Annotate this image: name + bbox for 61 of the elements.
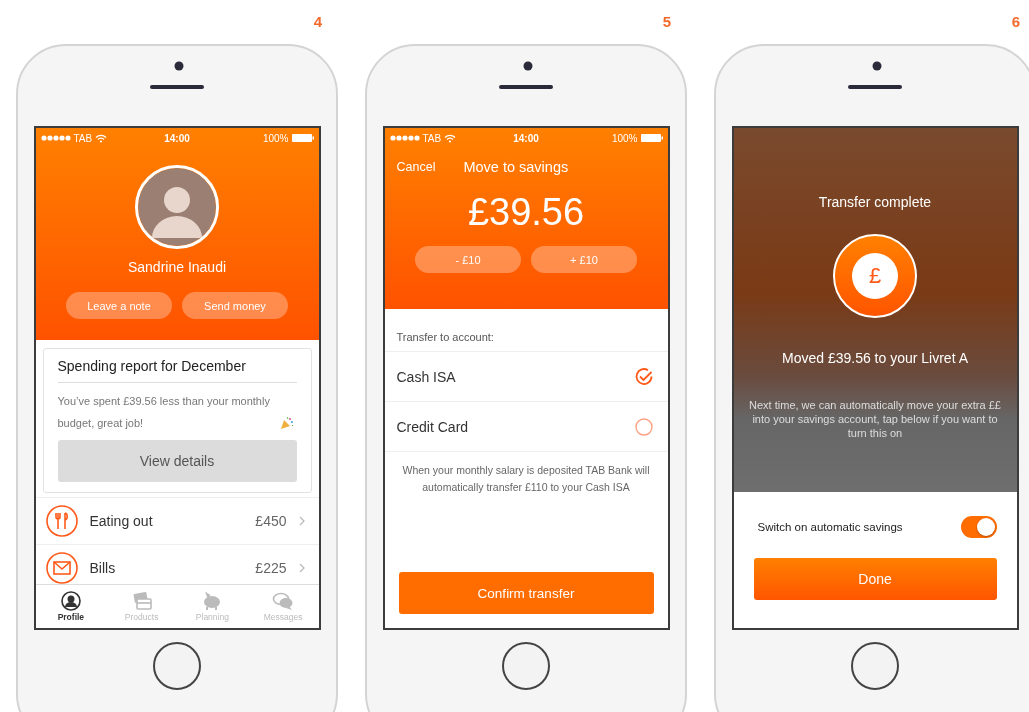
step-number: 6 [1010,12,1021,30]
signal-icon [40,135,71,141]
view-details-button[interactable]: View details [57,440,297,482]
wifi-icon [95,133,108,143]
home-button[interactable] [502,642,550,690]
home-button[interactable] [851,642,899,690]
camera-icon [174,61,184,71]
chat-icon [272,591,295,611]
currency-badge: £ [833,234,917,318]
status-time: 14:00 [513,132,539,144]
report-text: You’ve spent £39.56 less than your monthly budget, great job! [57,394,271,431]
section-label: Transfer to account: [384,309,668,352]
home-button[interactable] [153,642,201,690]
chevron-icon [298,563,305,573]
chevron-icon [298,516,305,526]
party-popper-icon [279,416,294,430]
account-option[interactable]: Credit Card [384,402,668,452]
status-time: 14:00 [164,132,190,144]
carrier-name: TAB [73,132,93,144]
battery-icon [291,134,314,142]
action-button[interactable]: Send money [182,292,288,319]
wifi-icon [444,133,457,143]
carrier-name: TAB [422,132,442,144]
speaker-grille [150,85,204,89]
step-number: 4 [312,12,323,30]
tab-item[interactable]: Profile [35,585,107,628]
hint-text: Next time, we can automatically move your extra ££ into your savings account, tap below if you want to turn this on [748,398,1002,440]
speaker-grille [499,85,553,89]
done-button[interactable]: Done [753,558,997,600]
dialog-title: Transfer complete [818,194,932,210]
envelope-icon [45,552,78,584]
radio-circle-icon[interactable] [633,416,654,437]
cutlery-icon [45,505,78,537]
check-circle-icon[interactable] [633,366,654,387]
confirmation-message: Moved £39.56 to your Livret A [782,350,968,366]
tab-item[interactable]: Products [106,585,177,628]
transfer-amount: £39.56 [467,191,585,234]
speaker-grille [848,85,902,89]
person-icon [59,591,82,611]
tab-item[interactable]: Messages [247,585,319,628]
battery-percent: 100% [262,132,289,144]
account-option[interactable]: Cash ISA [384,352,668,402]
report-title: Spending report for December [57,349,297,383]
camera-icon [523,61,533,71]
tab-item[interactable]: Planning [177,585,248,628]
category-row[interactable]: Eating out £450 [35,497,319,544]
toggle-switch[interactable] [960,516,997,538]
battery-percent: 100% [611,132,638,144]
battery-icon [640,134,663,142]
adjust-amount-button[interactable]: + £10 [531,246,637,273]
action-button[interactable]: Leave a note [66,292,172,319]
step-number: 5 [661,12,672,30]
toggle-label: Switch on automatic savings [757,521,903,533]
confirm-transfer-button[interactable]: Confirm transfer [398,572,654,614]
transfer-note: When your monthly salary is deposited TAB Bank will automatically transfer £110 to your Cash ISA [401,463,651,495]
profile-name: Sandrine Inaudi [127,259,227,275]
adjust-amount-button[interactable]: - £10 [415,246,521,273]
cancel-button[interactable]: Cancel [396,160,436,174]
camera-icon [872,61,882,71]
screen-title: Move to savings [463,159,569,175]
signal-icon [389,135,420,141]
